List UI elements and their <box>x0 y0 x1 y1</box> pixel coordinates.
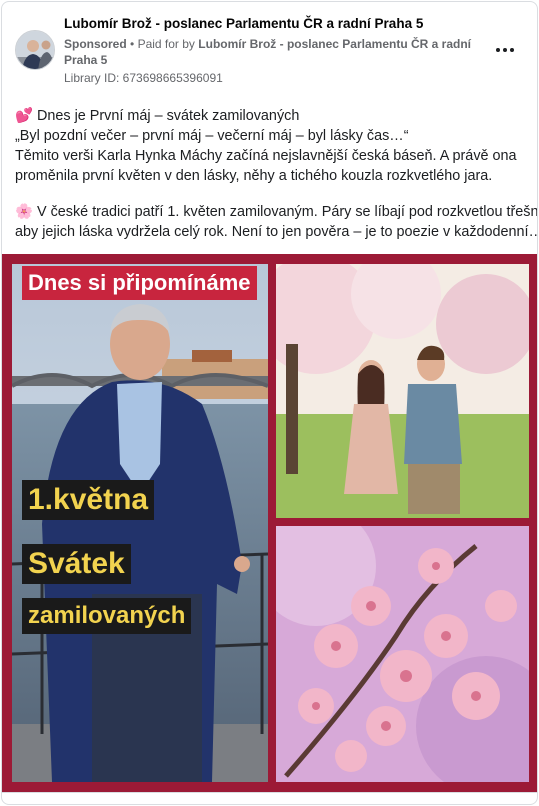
ad-creative-image[interactable] <box>2 254 537 792</box>
post-line: 🌸 V české tradici patří 1. květen zamilo… <box>15 204 538 220</box>
post-paragraph-2: 🌸 V české tradici patří 1. květen zamilo… <box>15 202 538 242</box>
sponsored-meta: Sponsored • Paid for by Lubomír Brož - p… <box>64 36 492 68</box>
couple-photo <box>276 264 529 518</box>
sponsored-label: Sponsored <box>64 37 127 51</box>
library-id: Library ID: 673698665396091 <box>64 71 223 85</box>
page-name[interactable]: Lubomír Brož - poslanec Parlamentu ČR a … <box>64 16 494 31</box>
post-line: „Byl pozdní večer – první máj – večerní … <box>15 128 409 144</box>
more-horizontal-icon <box>496 48 514 52</box>
paid-for-by-prefix: Paid for by <box>137 37 195 51</box>
politician-photo <box>12 264 268 782</box>
hearts-icon: 💕 <box>15 108 33 124</box>
page-avatar[interactable] <box>15 30 55 70</box>
more-options-button[interactable] <box>493 38 517 62</box>
post-line: Těmito verši Karla Hynka Máchy začíná ne… <box>15 148 517 164</box>
creative-caption-date: 1.května <box>22 480 155 520</box>
post-line: 💕 Dnes je První máj – svátek zamilovanýc… <box>15 108 300 124</box>
post-paragraph-1: 💕 Dnes je První máj – svátek zamilovanýc… <box>15 106 531 186</box>
creative-caption-holiday: Svátek <box>22 544 131 584</box>
cherry-blossom-photo <box>276 526 529 782</box>
ad-card: Lubomír Brož - poslanec Parlamentu ČR a … <box>1 1 538 805</box>
divider <box>2 792 537 793</box>
meta-separator: • <box>130 37 138 51</box>
post-line: aby jejich láska vydržela celý rok. Není… <box>15 224 538 240</box>
creative-headline: Dnes si připomínáme <box>22 266 257 300</box>
post-body: 💕 Dnes je První máj – svátek zamilovanýc… <box>15 106 538 258</box>
blossom-icon: 🌸 <box>15 204 33 220</box>
creative-caption-holiday-2: zamilovaných <box>22 598 192 634</box>
post-line: proměnila první květen v den lásky, něhy… <box>15 168 493 184</box>
